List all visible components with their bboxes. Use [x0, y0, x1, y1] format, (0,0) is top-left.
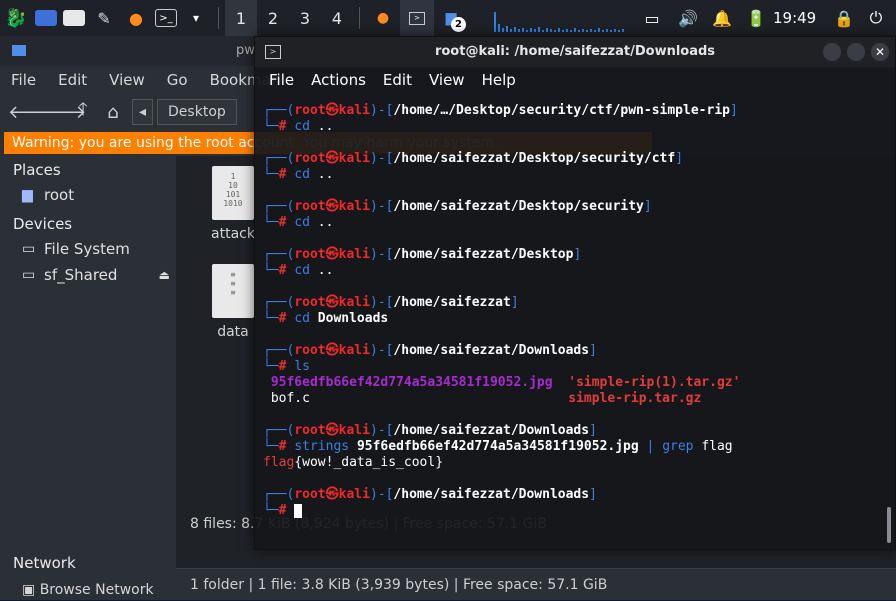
terminal-launcher-icon[interactable]: >_ [155, 9, 177, 27]
up-arrow-icon[interactable]: 🡑 [68, 97, 98, 127]
text-editor-launcher-icon[interactable]: ✎ [91, 5, 117, 31]
terminal-menubar: File Actions Edit View Help [255, 67, 519, 93]
file-label: attack [211, 226, 255, 242]
term-menu-file[interactable]: File [269, 71, 294, 89]
prompt-line: ┌──(root㉿kali)-[/home/saifezzat/Desktop/… [263, 151, 684, 166]
prompt-line: ┌──(root㉿kali)-[/home/saifezzat/Download… [263, 487, 597, 502]
term-menu-edit[interactable]: Edit [383, 71, 412, 89]
power-icon[interactable]: ⏻ [864, 0, 888, 36]
prompt-line: ┌──(root㉿kali)-[/home/saifezzat/Download… [263, 423, 597, 438]
prompt-line: ┌──(root㉿kali)-[/home/saifezzat/Desktop] [263, 247, 582, 262]
cpu-graph [490, 6, 630, 32]
battery-icon[interactable]: 🔋 [744, 0, 768, 36]
devices-header: Devices [13, 215, 73, 233]
drive-icon: ▭ [22, 267, 36, 283]
workspace-1[interactable]: 1 [225, 0, 257, 36]
sidebar-item-label: root [44, 186, 75, 204]
flag-output-line: flag{wow!_data_is_cool} [263, 455, 444, 470]
term-menu-view[interactable]: View [429, 71, 465, 89]
command-line: └─# cd .. [263, 263, 334, 278]
folder-icon: ▆ [22, 187, 33, 203]
terminal-scrollbar[interactable] [887, 507, 891, 543]
network-icon: ▣ [22, 582, 36, 598]
fm-menu-file[interactable]: File [11, 71, 36, 89]
fm-menu-view[interactable]: View [109, 71, 145, 89]
terminal-output[interactable]: ┌──(root㉿kali)-[/home/…/Desktop/security… [263, 103, 883, 543]
prompt-line: ┌──(root㉿kali)-[/home/saifezzat/Download… [263, 343, 597, 358]
taskbar-separator [359, 7, 360, 29]
back-arrow-icon[interactable]: 🡐 [8, 102, 56, 123]
notification-bell-icon[interactable]: 🔔 [710, 0, 734, 36]
breadcrumb-desktop[interactable]: Desktop [157, 99, 237, 125]
task-count-badge: 2 [451, 17, 466, 32]
breadcrumb-left-icon[interactable]: ◂ [132, 99, 154, 125]
ls-output-line: 95f6edfb66ef42d774a5a34581f19052.jpg 'si… [270, 375, 741, 390]
drive-icon: ▭ [22, 241, 36, 257]
taskbar: 🐉 ✎ ● >_ ▾ 1 2 3 4 ● > ▆ 2 ▭ 🔊 🔔 🔋 19:49 … [0, 0, 896, 36]
command-line: └─# cd .. [263, 119, 334, 134]
command-line: └─# strings 95f6edfb66ef42d774a5a34581f1… [263, 439, 733, 454]
home-icon[interactable]: ⌂ [98, 102, 128, 123]
fm-menu-go[interactable]: Go [167, 71, 188, 89]
chevron-down-icon[interactable]: ▾ [183, 5, 209, 31]
firefox-launcher-icon[interactable]: ● [123, 5, 149, 31]
file-label: data [217, 324, 249, 340]
text-file-icon: ≡ ≡ ≡ [212, 264, 254, 318]
folder-task-icon[interactable]: ▆ 2 [434, 0, 468, 36]
command-line: └─# ls [263, 359, 310, 374]
file-manager-launcher-icon[interactable] [63, 10, 85, 26]
folder-icon [12, 45, 26, 56]
workspace-2[interactable]: 2 [257, 0, 289, 36]
lock-icon[interactable]: 🔒 [832, 0, 856, 36]
term-menu-help[interactable]: Help [482, 71, 516, 89]
file-manager-sidebar: Places ▆ root Devices ▭ File System ▭ sf… [0, 156, 176, 600]
prompt-line: ┌──(root㉿kali)-[/home/…/Desktop/security… [263, 103, 738, 118]
terminal-titlebar[interactable]: > root@kali: /home/saifezzat/Downloads ✕ [255, 37, 895, 67]
firefox-task-icon[interactable]: ● [366, 0, 400, 36]
sidebar-item-label: Browse Network [39, 582, 154, 598]
sidebar-item-label: File System [44, 240, 130, 258]
sidebar-item-sf-shared[interactable]: ▭ sf_Shared ⏏ [0, 262, 176, 288]
prompt-line: ┌──(root㉿kali)-[/home/saifezzat] [263, 295, 519, 310]
workspace-3[interactable]: 3 [289, 0, 321, 36]
fm-menu-edit[interactable]: Edit [58, 71, 87, 89]
places-header: Places [13, 161, 61, 179]
taskbar-separator [218, 7, 219, 29]
sidebar-item-label: sf_Shared [44, 266, 118, 284]
minimize-button[interactable] [823, 43, 841, 61]
status-bar: 1 folder | 1 file: 3.8 KiB (3,939 bytes)… [176, 568, 896, 600]
display-icon[interactable]: ▭ [640, 0, 664, 36]
prompt-line: ┌──(root㉿kali)-[/home/saifezzat/Desktop/… [263, 199, 652, 214]
term-menu-actions[interactable]: Actions [311, 71, 366, 89]
sidebar-item-root[interactable]: ▆ root [0, 182, 176, 208]
volume-icon[interactable]: 🔊 [676, 0, 700, 36]
sidebar-item-browse-network[interactable]: ▣ Browse Network [22, 582, 154, 598]
kali-menu-icon[interactable]: 🐉 [3, 5, 29, 31]
show-desktop-icon[interactable] [35, 10, 57, 26]
workspace-4[interactable]: 4 [321, 0, 353, 36]
command-line[interactable]: └─# [263, 503, 883, 519]
close-button[interactable]: ✕ [871, 43, 889, 61]
eject-icon[interactable]: ⏏ [159, 262, 170, 288]
clock[interactable]: 19:49 [773, 0, 816, 36]
forward-arrow-icon[interactable]: 🡒 [38, 102, 86, 123]
text-cursor [294, 503, 303, 518]
command-line: └─# cd .. [263, 167, 334, 182]
sidebar-item-filesystem[interactable]: ▭ File System [0, 236, 176, 262]
maximize-button[interactable] [847, 43, 865, 61]
binary-file-icon: 1 10 101 1010 [212, 166, 254, 220]
command-line: └─# cd .. [263, 215, 334, 230]
terminal-task-icon[interactable]: > [400, 0, 434, 36]
command-line: └─# cd Downloads [263, 311, 389, 326]
ls-output-line: bof.c simple-rip.tar.gz [270, 391, 702, 406]
network-header: Network [13, 554, 76, 572]
terminal-title: root@kali: /home/saifezzat/Downloads [434, 44, 716, 59]
terminal-window: > root@kali: /home/saifezzat/Downloads ✕… [254, 36, 896, 550]
